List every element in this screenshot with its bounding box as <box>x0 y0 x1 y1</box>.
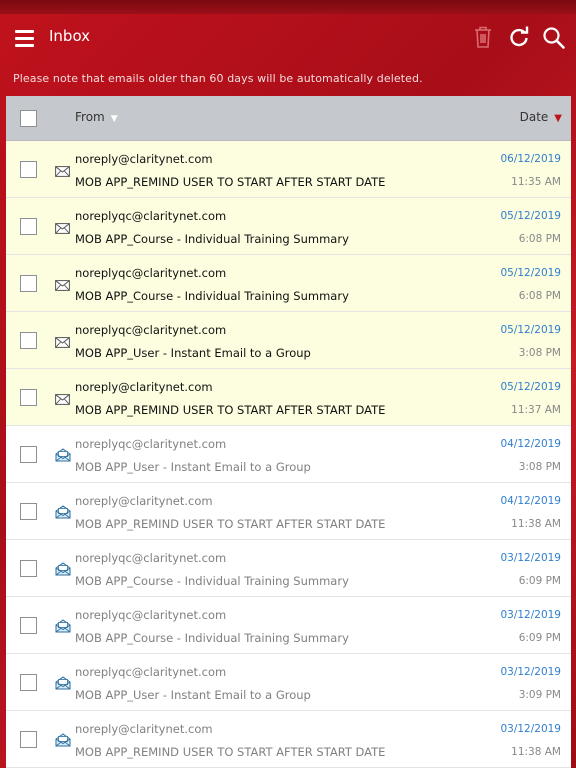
email-row[interactable]: noreplyqc@claritynet.com MOB APP_Course -… <box>6 540 571 597</box>
select-all-checkbox[interactable] <box>20 110 37 127</box>
refresh-icon[interactable] <box>508 26 530 52</box>
email-date: 03/12/2019 <box>500 552 561 564</box>
row-checkbox[interactable] <box>20 446 37 463</box>
retention-notice: Please note that emails older than 60 da… <box>13 72 423 85</box>
envelope-icon <box>55 276 70 295</box>
email-subject: MOB APP_REMIND USER TO START AFTER START… <box>75 517 386 531</box>
email-sender: noreplyqc@claritynet.com <box>75 608 227 622</box>
sort-down-icon: ▼ <box>554 113 562 124</box>
email-date: 03/12/2019 <box>500 723 561 735</box>
email-row[interactable]: noreplyqc@claritynet.com MOB APP_User - I… <box>6 426 571 483</box>
row-checkbox[interactable] <box>20 617 37 634</box>
email-time: 3:09 PM <box>518 689 561 701</box>
status-strip <box>0 0 576 14</box>
row-checkbox[interactable] <box>20 275 37 292</box>
menu-icon[interactable] <box>15 30 34 47</box>
email-time: 11:35 AM <box>511 176 561 188</box>
email-sender: noreply@claritynet.com <box>75 152 213 166</box>
sort-from-button[interactable]: From ▼ <box>75 110 118 124</box>
row-checkbox[interactable] <box>20 218 37 235</box>
email-date: 05/12/2019 <box>500 381 561 393</box>
row-checkbox[interactable] <box>20 731 37 748</box>
email-subject: MOB APP_User - Instant Email to a Group <box>75 460 311 474</box>
email-time: 3:08 PM <box>518 347 561 359</box>
email-sender: noreplyqc@claritynet.com <box>75 437 227 451</box>
email-sender: noreplyqc@claritynet.com <box>75 209 227 223</box>
trash-icon[interactable] <box>473 25 493 53</box>
email-subject: MOB APP_Course - Individual Training Sum… <box>75 631 349 645</box>
email-time: 6:08 PM <box>518 290 561 302</box>
email-time: 6:09 PM <box>518 632 561 644</box>
email-date: 05/12/2019 <box>500 267 561 279</box>
email-date: 05/12/2019 <box>500 210 561 222</box>
row-checkbox[interactable] <box>20 161 37 178</box>
email-sender: noreplyqc@claritynet.com <box>75 665 227 679</box>
email-row[interactable]: noreplyqc@claritynet.com MOB APP_User - I… <box>6 312 571 369</box>
email-row[interactable]: noreply@claritynet.com MOB APP_REMIND USE… <box>6 483 571 540</box>
app-bar: Inbox <box>0 14 576 60</box>
sort-date-button[interactable]: Date ▼ <box>520 110 562 124</box>
open-envelope-icon <box>55 732 71 751</box>
email-row[interactable]: noreplyqc@claritynet.com MOB APP_User - I… <box>6 654 571 711</box>
open-envelope-icon <box>55 561 71 580</box>
email-row[interactable]: noreply@claritynet.com MOB APP_REMIND USE… <box>6 141 571 198</box>
email-row[interactable]: noreplyqc@claritynet.com MOB APP_Course -… <box>6 255 571 312</box>
email-sender: noreply@claritynet.com <box>75 380 213 394</box>
email-time: 11:37 AM <box>511 404 561 416</box>
from-header-label: From <box>75 110 105 124</box>
search-icon[interactable] <box>542 26 566 54</box>
envelope-icon <box>55 162 70 181</box>
email-time: 6:08 PM <box>518 233 561 245</box>
email-subject: MOB APP_User - Instant Email to a Group <box>75 346 311 360</box>
email-row[interactable]: noreply@claritynet.com MOB APP_REMIND USE… <box>6 711 571 768</box>
email-row[interactable]: noreplyqc@claritynet.com MOB APP_Course -… <box>6 198 571 255</box>
email-list: noreply@claritynet.com MOB APP_REMIND USE… <box>6 141 571 768</box>
table-header: From ▼ Date ▼ <box>6 96 571 141</box>
email-date: 06/12/2019 <box>500 153 561 165</box>
envelope-icon <box>55 390 70 409</box>
open-envelope-icon <box>55 675 71 694</box>
email-sender: noreply@claritynet.com <box>75 722 213 736</box>
email-sender: noreplyqc@claritynet.com <box>75 323 227 337</box>
open-envelope-icon <box>55 504 71 523</box>
email-date: 03/12/2019 <box>500 609 561 621</box>
email-date: 04/12/2019 <box>500 438 561 450</box>
row-checkbox[interactable] <box>20 332 37 349</box>
row-checkbox[interactable] <box>20 389 37 406</box>
email-sender: noreply@claritynet.com <box>75 494 213 508</box>
row-checkbox[interactable] <box>20 560 37 577</box>
email-time: 11:38 AM <box>511 518 561 530</box>
email-date: 05/12/2019 <box>500 324 561 336</box>
email-subject: MOB APP_Course - Individual Training Sum… <box>75 574 349 588</box>
email-time: 6:09 PM <box>518 575 561 587</box>
email-row[interactable]: noreplyqc@claritynet.com MOB APP_Course -… <box>6 597 571 654</box>
open-envelope-icon <box>55 447 71 466</box>
sort-down-icon: ▼ <box>110 114 118 124</box>
envelope-icon <box>55 219 70 238</box>
email-row[interactable]: noreply@claritynet.com MOB APP_REMIND USE… <box>6 369 571 426</box>
row-checkbox[interactable] <box>20 674 37 691</box>
email-subject: MOB APP_Course - Individual Training Sum… <box>75 232 349 246</box>
row-checkbox[interactable] <box>20 503 37 520</box>
email-subject: MOB APP_User - Instant Email to a Group <box>75 688 311 702</box>
email-sender: noreplyqc@claritynet.com <box>75 551 227 565</box>
page-title: Inbox <box>49 27 91 45</box>
email-subject: MOB APP_Course - Individual Training Sum… <box>75 289 349 303</box>
email-subject: MOB APP_REMIND USER TO START AFTER START… <box>75 175 386 189</box>
open-envelope-icon <box>55 618 71 637</box>
email-subject: MOB APP_REMIND USER TO START AFTER START… <box>75 403 386 417</box>
email-subject: MOB APP_REMIND USER TO START AFTER START… <box>75 745 386 759</box>
envelope-icon <box>55 333 70 352</box>
email-time: 11:38 AM <box>511 746 561 758</box>
date-header-label: Date <box>519 110 549 124</box>
email-date: 03/12/2019 <box>500 666 561 678</box>
email-sender: noreplyqc@claritynet.com <box>75 266 227 280</box>
email-date: 04/12/2019 <box>500 495 561 507</box>
inbox-panel: From ▼ Date ▼ noreply@claritynet.com MOB AP… <box>6 96 571 768</box>
email-time: 3:08 PM <box>518 461 561 473</box>
